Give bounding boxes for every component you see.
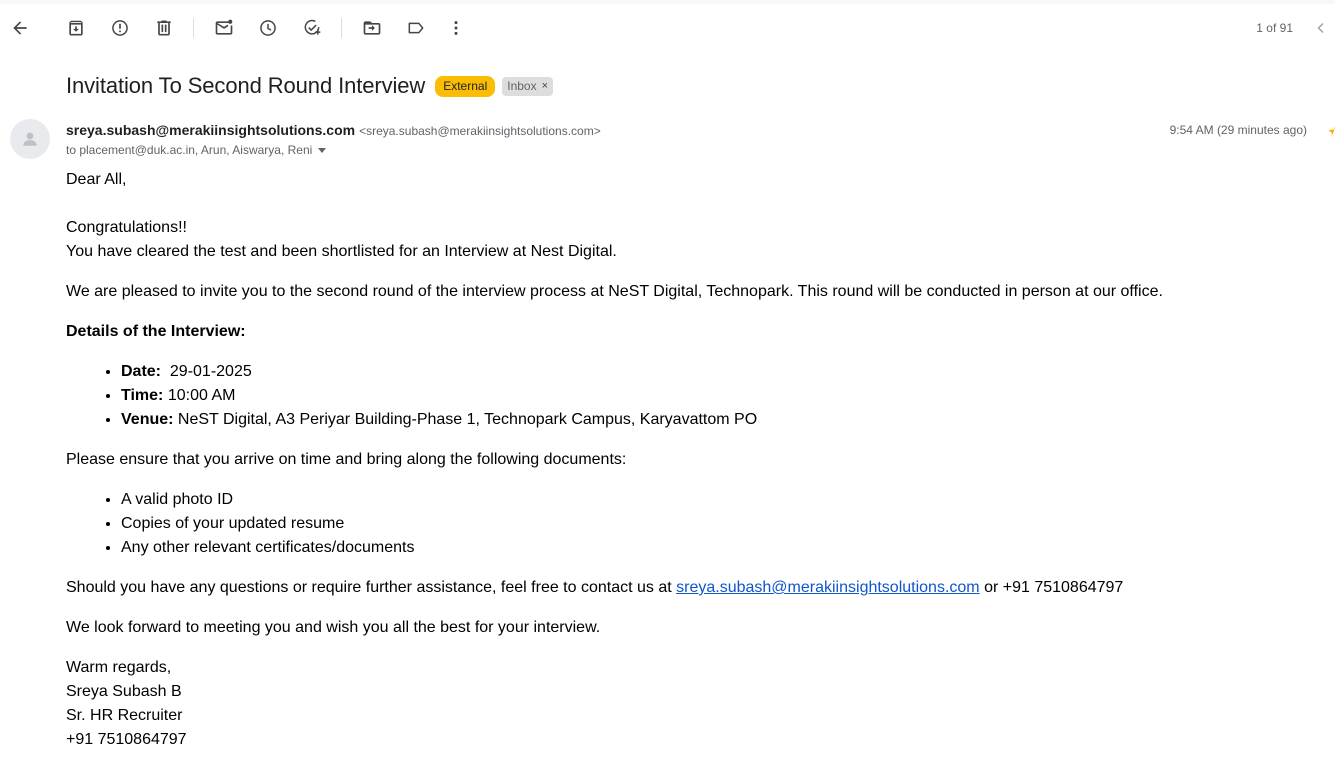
pagination-count: 1 of 91	[1256, 21, 1293, 35]
add-to-tasks-icon	[304, 19, 321, 35]
toolbar-divider	[193, 18, 194, 38]
labels-button[interactable]	[396, 8, 436, 48]
add-to-tasks-button[interactable]	[292, 8, 332, 48]
star-icon[interactable]	[1328, 124, 1335, 138]
recipients-line: to placement@duk.ac.in, Arun, Aiswarya, …	[66, 143, 327, 157]
signature-line: Sreya Subash B	[66, 683, 182, 700]
delete-icon	[157, 20, 171, 36]
sender-name[interactable]: sreya.subash@merakiinsightsolutions.com	[66, 122, 355, 138]
sender-line: sreya.subash@merakiinsightsolutions.com <…	[66, 122, 601, 138]
snooze-icon	[260, 20, 276, 36]
inbox-label-text: Inbox	[507, 78, 537, 93]
list-item: A valid photo ID	[121, 488, 1306, 512]
interview-details-list: Date: 29-01-2025 Time: 10:00 AM Venue: N…	[66, 360, 1306, 432]
more-options-button[interactable]	[436, 8, 476, 48]
message-toolbar: 1 of 91	[0, 4, 1335, 52]
list-item: Date: 29-01-2025	[121, 360, 1306, 384]
show-details-caret-icon[interactable]	[318, 147, 327, 153]
subject-row: Invitation To Second Round Interview Ext…	[66, 70, 554, 102]
external-label: External	[435, 75, 496, 97]
greeting: Dear All,	[66, 171, 127, 188]
email-body: Dear All, Congratulations!! You have cle…	[66, 168, 1306, 752]
shortlisted-line: You have cleared the test and been short…	[66, 243, 617, 260]
contact-paragraph: Should you have any questions or require…	[66, 579, 1124, 596]
mark-unread-icon	[215, 19, 233, 35]
email-timestamp: 9:54 AM (29 minutes ago)	[1169, 123, 1307, 137]
congratulations-line: Congratulations!!	[66, 219, 187, 236]
labels-icon	[408, 22, 424, 34]
list-item: Time: 10:00 AM	[121, 384, 1306, 408]
move-to-icon	[363, 21, 381, 35]
invitation-paragraph: We are pleased to invite you to the seco…	[66, 283, 1163, 300]
signature-line: +91 7510864797	[66, 731, 187, 748]
recipients-text: to placement@duk.ac.in, Arun, Aiswarya, …	[66, 143, 313, 157]
signature: Warm regards, Sreya Subash B Sr. HR Recr…	[66, 656, 1306, 752]
mark-unread-button[interactable]	[204, 8, 244, 48]
contact-email-link[interactable]: sreya.subash@merakiinsightsolutions.com	[676, 579, 979, 596]
signature-line: Sr. HR Recruiter	[66, 707, 183, 724]
back-button[interactable]	[0, 8, 40, 48]
more-vert-icon	[454, 21, 458, 35]
email-subject: Invitation To Second Round Interview	[66, 73, 426, 98]
toolbar-divider	[341, 18, 342, 38]
details-heading: Details of the Interview:	[66, 323, 246, 340]
list-item: Venue: NeST Digital, A3 Periyar Building…	[121, 408, 1306, 432]
inbox-label[interactable]: Inbox ×	[502, 76, 554, 96]
signature-line: Warm regards,	[66, 659, 172, 676]
avatar[interactable]	[10, 119, 50, 159]
back-icon	[13, 21, 27, 35]
closing-paragraph: We look forward to meeting you and wish …	[66, 619, 601, 636]
person-icon	[23, 132, 37, 146]
archive-icon	[69, 20, 83, 36]
snooze-button[interactable]	[248, 8, 288, 48]
documents-list: A valid photo ID Copies of your updated …	[66, 488, 1306, 560]
sender-email: <sreya.subash@merakiinsightsolutions.com…	[359, 124, 601, 138]
move-to-button[interactable]	[352, 8, 392, 48]
documents-intro: Please ensure that you arrive on time an…	[66, 451, 627, 468]
archive-button[interactable]	[56, 8, 96, 48]
delete-button[interactable]	[144, 8, 184, 48]
list-item: Any other relevant certificates/document…	[121, 536, 1306, 560]
report-spam-button[interactable]	[100, 8, 140, 48]
remove-label-icon[interactable]: ×	[542, 79, 548, 94]
chevron-left-icon[interactable]	[1315, 22, 1327, 34]
list-item: Copies of your updated resume	[121, 512, 1306, 536]
report-spam-icon	[112, 20, 128, 36]
